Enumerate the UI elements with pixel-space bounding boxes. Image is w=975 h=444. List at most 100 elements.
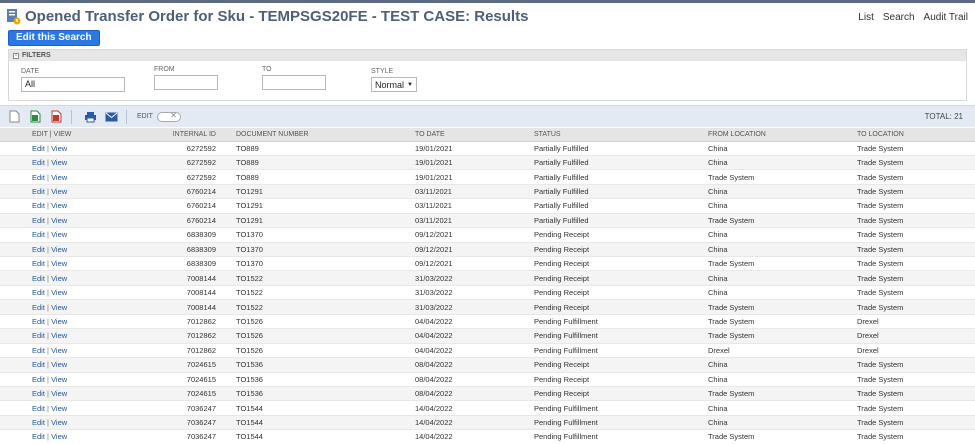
- edit-link[interactable]: Edit: [32, 245, 45, 254]
- to-date-cell: 19/01/2021: [411, 169, 530, 185]
- from-location-cell: China: [704, 242, 853, 258]
- export-csv-icon[interactable]: [7, 110, 21, 124]
- edit-link[interactable]: Edit: [32, 389, 45, 398]
- view-link[interactable]: View: [51, 432, 67, 441]
- column-header-internal-id[interactable]: INTERNAL ID: [150, 128, 232, 142]
- table-row: Edit | View 7024615 TO1536 08/04/2022 Pendin…: [0, 357, 975, 373]
- view-link[interactable]: View: [51, 303, 67, 312]
- view-link[interactable]: View: [51, 404, 67, 413]
- export-excel-icon[interactable]: [28, 110, 42, 124]
- edit-link[interactable]: Edit: [32, 432, 45, 441]
- status-cell: Pending Receipt: [530, 270, 704, 286]
- to-location-cell: Trade System: [853, 372, 975, 387]
- view-link[interactable]: View: [51, 346, 67, 355]
- status-cell: Partially Fulfilled: [530, 198, 704, 214]
- collapse-icon[interactable]: -: [13, 52, 19, 59]
- edit-link[interactable]: Edit: [32, 216, 45, 225]
- edit-link[interactable]: Edit: [32, 331, 45, 340]
- from-location-cell: China: [704, 198, 853, 214]
- style-select[interactable]: Normal ▼: [371, 77, 417, 92]
- view-link[interactable]: View: [51, 158, 67, 167]
- inline-edit-label: EDIT: [137, 113, 153, 120]
- edit-link[interactable]: Edit: [32, 360, 45, 369]
- status-cell: Partially Fulfilled: [530, 155, 704, 171]
- view-link[interactable]: View: [51, 288, 67, 297]
- document-number-cell: TO889: [232, 169, 411, 185]
- edit-view-cell: Edit | View: [0, 184, 150, 200]
- edit-link[interactable]: Edit: [32, 187, 45, 196]
- table-row: Edit | View 7036247 TO1544 14/04/2022 Pendin…: [0, 400, 975, 416]
- filters-header[interactable]: - FILTERS: [9, 50, 966, 61]
- toolbar-divider: [71, 109, 72, 124]
- to-location-cell: Trade System: [853, 429, 975, 444]
- view-link[interactable]: View: [51, 360, 67, 369]
- view-link[interactable]: View: [51, 331, 67, 340]
- column-header-document-number[interactable]: DOCUMENT NUMBER: [232, 128, 411, 142]
- status-cell: Partially Fulfilled: [530, 141, 704, 156]
- edit-link[interactable]: Edit: [32, 274, 45, 283]
- view-link[interactable]: View: [51, 144, 67, 153]
- status-cell: Partially Fulfilled: [530, 169, 704, 185]
- status-cell: Pending Fulfillment: [530, 429, 704, 444]
- internal-id-cell: 6760214: [150, 198, 232, 214]
- view-link[interactable]: View: [51, 274, 67, 283]
- table-row: Edit | View 7008144 TO1522 31/03/2022 Pendin…: [0, 270, 975, 286]
- edit-link[interactable]: Edit: [32, 230, 45, 239]
- edit-link[interactable]: Edit: [32, 375, 45, 384]
- to-date-cell: 19/01/2021: [411, 155, 530, 171]
- edit-link[interactable]: Edit: [32, 173, 45, 182]
- view-link[interactable]: View: [51, 230, 67, 239]
- internal-id-cell: 7008144: [150, 285, 232, 301]
- edit-link[interactable]: Edit: [32, 288, 45, 297]
- view-link[interactable]: View: [51, 317, 67, 326]
- edit-view-cell: Edit | View: [0, 299, 150, 315]
- edit-link[interactable]: Edit: [32, 144, 45, 153]
- table-row: Edit | View 6760214 TO1291 03/11/2021 Partia…: [0, 213, 975, 229]
- list-link[interactable]: List: [858, 12, 874, 23]
- view-link[interactable]: View: [51, 201, 67, 210]
- column-header-status[interactable]: STATUS: [530, 128, 704, 142]
- view-link[interactable]: View: [51, 173, 67, 182]
- internal-id-cell: 7012862: [150, 343, 232, 359]
- search-link[interactable]: Search: [883, 12, 915, 23]
- edit-link[interactable]: Edit: [32, 404, 45, 413]
- edit-link[interactable]: Edit: [32, 303, 45, 312]
- table-row: Edit | View 7024615 TO1536 08/04/2022 Pendin…: [0, 372, 975, 387]
- audit-trail-link[interactable]: Audit Trail: [924, 12, 968, 23]
- email-icon[interactable]: [104, 110, 118, 124]
- header-links: List Search Audit Trail: [858, 12, 968, 23]
- to-location-cell: Trade System: [853, 198, 975, 214]
- edit-view-cell: Edit | View: [0, 415, 150, 431]
- edit-link[interactable]: Edit: [32, 346, 45, 355]
- view-link[interactable]: View: [51, 389, 67, 398]
- from-date-field[interactable]: [154, 75, 218, 90]
- status-cell: Partially Fulfilled: [530, 213, 704, 229]
- edit-view-cell: Edit | View: [0, 429, 150, 444]
- view-link[interactable]: View: [51, 418, 67, 427]
- edit-this-search-button[interactable]: Edit this Search: [8, 30, 100, 46]
- edit-link[interactable]: Edit: [32, 418, 45, 427]
- to-date-field[interactable]: [262, 75, 326, 90]
- to-date-cell: 09/12/2021: [411, 256, 530, 272]
- view-link[interactable]: View: [51, 375, 67, 384]
- from-location-cell: China: [704, 285, 853, 301]
- column-header-from-location[interactable]: FROM LOCATION: [704, 128, 853, 142]
- date-field[interactable]: All: [21, 77, 125, 92]
- to-location-cell: Trade System: [853, 256, 975, 272]
- edit-link[interactable]: Edit: [32, 158, 45, 167]
- view-link[interactable]: View: [51, 245, 67, 254]
- edit-link[interactable]: Edit: [32, 317, 45, 326]
- print-icon[interactable]: [83, 110, 97, 124]
- edit-link[interactable]: Edit: [32, 201, 45, 210]
- from-location-cell: Trade System: [704, 328, 853, 344]
- inline-edit-toggle[interactable]: [156, 111, 181, 122]
- date-label: DATE: [21, 68, 40, 75]
- view-link[interactable]: View: [51, 216, 67, 225]
- view-link[interactable]: View: [51, 187, 67, 196]
- export-pdf-icon[interactable]: [49, 110, 63, 124]
- column-header-to-date[interactable]: TO DATE: [411, 128, 530, 142]
- edit-link[interactable]: Edit: [32, 259, 45, 268]
- from-location-cell: Trade System: [704, 256, 853, 272]
- column-header-to-location[interactable]: TO LOCATION: [853, 128, 975, 142]
- view-link[interactable]: View: [51, 259, 67, 268]
